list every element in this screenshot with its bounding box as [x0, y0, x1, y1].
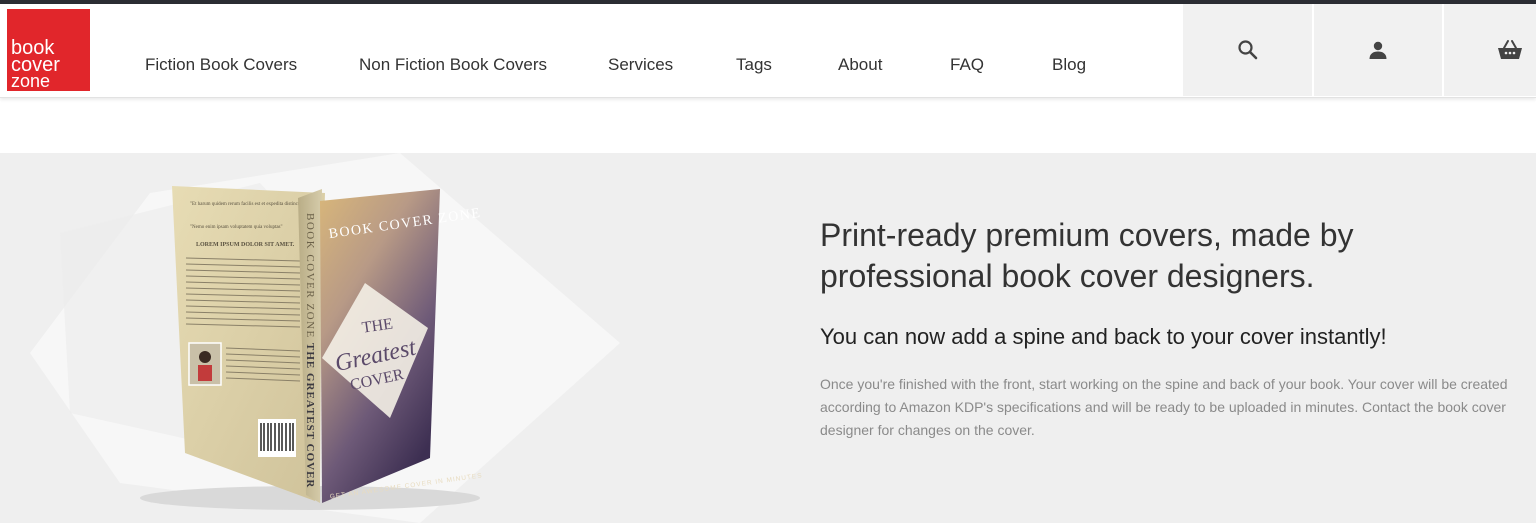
hero-description: Once you're finished with the front, sta…: [820, 376, 1508, 438]
nav-blog[interactable]: Blog: [1052, 55, 1086, 75]
hero-title: Print-ready premium covers, made by prof…: [820, 217, 1354, 294]
spine-title: THE GREATEST COVER: [304, 343, 316, 488]
nav-non-fiction-book-covers[interactable]: Non Fiction Book Covers: [359, 55, 547, 75]
book-mockup-image: "Et harum quidem rerum facilis est et ex…: [30, 153, 620, 523]
nav-faq[interactable]: FAQ: [950, 55, 984, 75]
nav-tags[interactable]: Tags: [736, 55, 772, 75]
cart-button[interactable]: [1444, 4, 1536, 96]
back-quote: "Nemo enim ipsam voluptatem quia volupta…: [190, 225, 283, 230]
nav-fiction-book-covers[interactable]: Fiction Book Covers: [145, 55, 297, 75]
back-heading: LOREM IPSUM DOLOR SIT AMET.: [196, 242, 295, 248]
author-photo: [198, 365, 212, 381]
back-quote: "Et harum quidem rerum facilis est et ex…: [190, 202, 305, 207]
search-icon: [1237, 40, 1257, 60]
spine-brand: BOOK COVER ZONE: [304, 213, 316, 339]
author-photo: [199, 351, 211, 363]
nav-services[interactable]: Services: [608, 55, 673, 75]
hero-section: "Et harum quidem rerum facilis est et ex…: [0, 153, 1536, 523]
hero-subtitle: You can now add a spine and back to your…: [820, 324, 1387, 349]
nav-about[interactable]: About: [838, 55, 882, 75]
logo-line-zone: zone: [11, 71, 51, 91]
user-icon: [1369, 41, 1387, 59]
basket-icon: [1498, 40, 1522, 59]
account-button[interactable]: [1314, 4, 1442, 96]
search-button[interactable]: [1183, 4, 1312, 96]
brand-logo[interactable]: book cover zone: [7, 9, 90, 91]
barcode: [258, 419, 296, 457]
